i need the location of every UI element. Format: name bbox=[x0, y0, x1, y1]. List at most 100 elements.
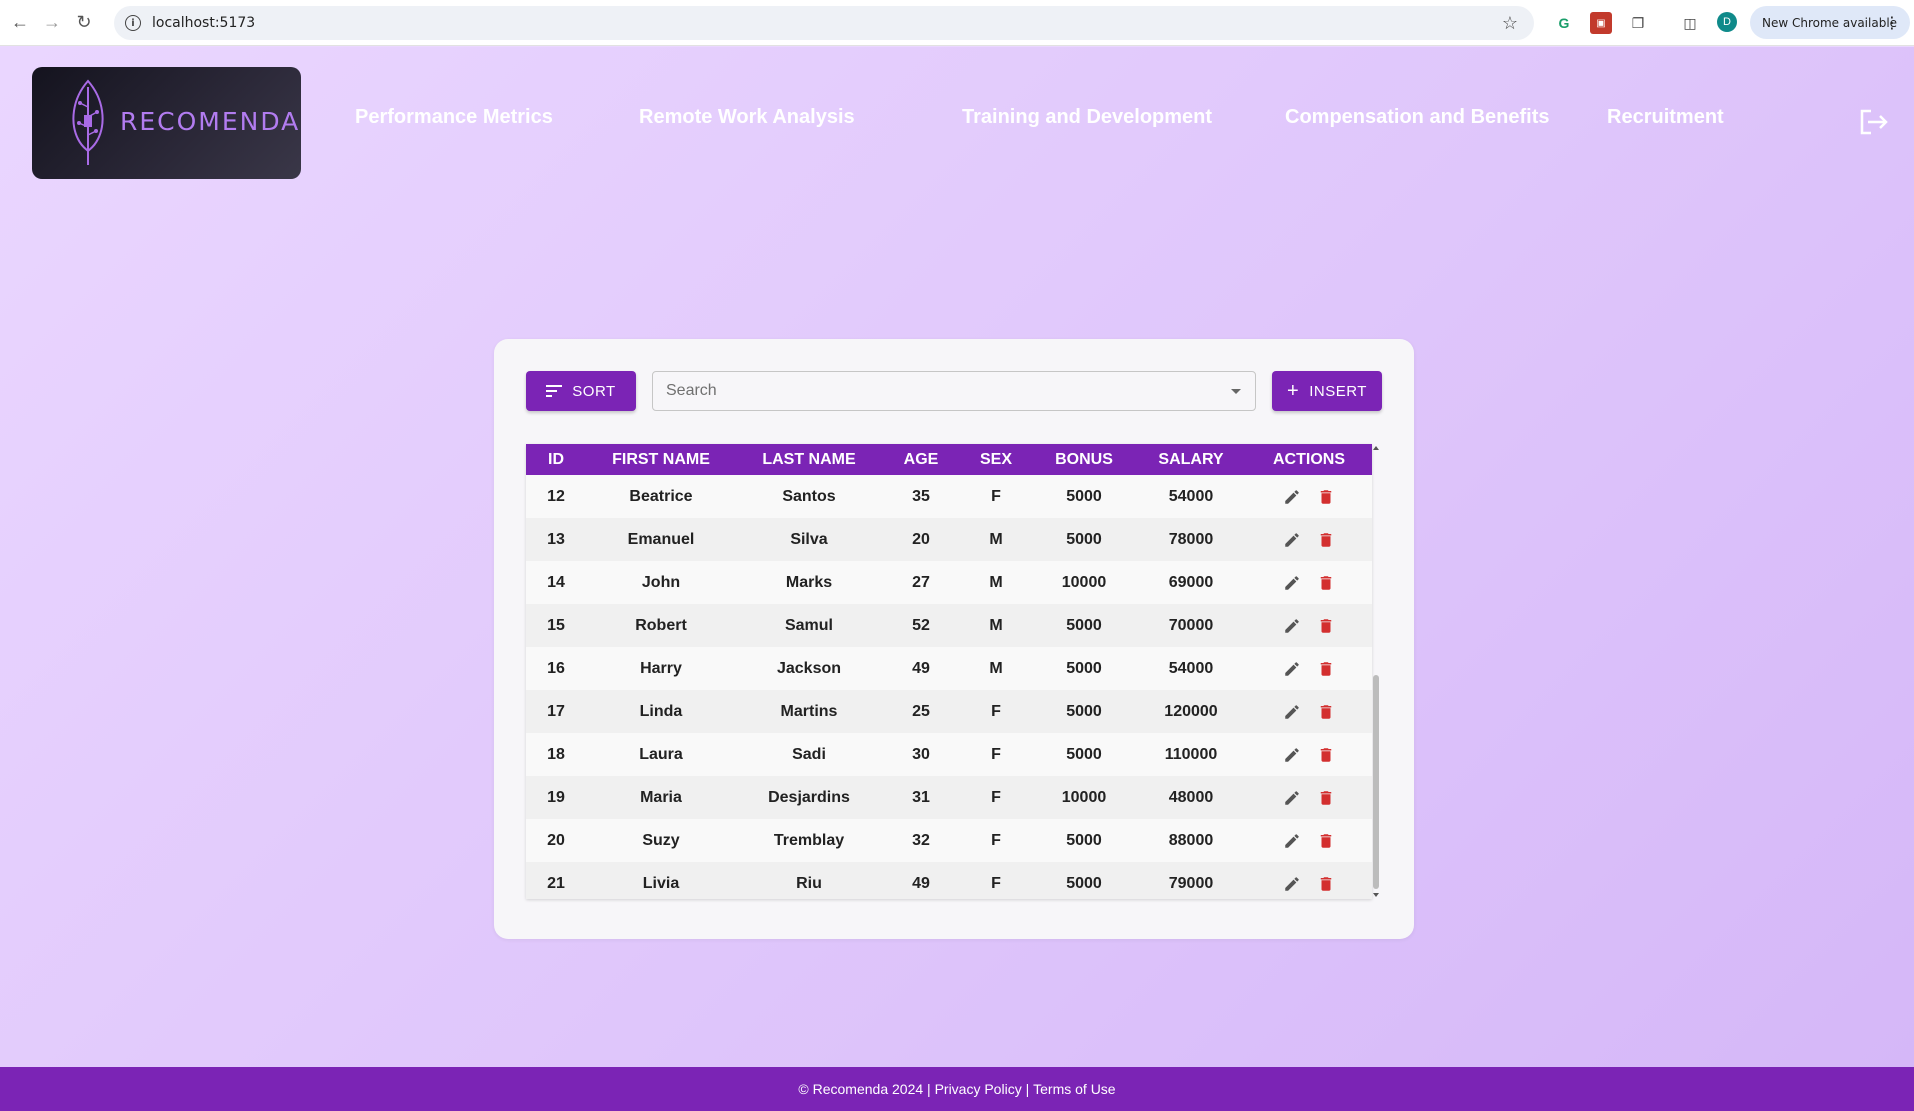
nav-performance-metrics[interactable]: Performance Metrics bbox=[355, 106, 553, 129]
cell-last-name: Jackson bbox=[776, 659, 842, 677]
cell-sex: F bbox=[991, 702, 1001, 720]
table-row[interactable]: 21 Livia Riu 49 F 5000 79000 bbox=[526, 862, 1372, 899]
forward-arrow-icon[interactable]: → bbox=[40, 11, 64, 35]
insert-button[interactable]: + INSERT bbox=[1272, 371, 1382, 411]
bookmark-star-icon[interactable]: ☆ bbox=[1502, 13, 1518, 34]
back-arrow-icon[interactable]: ← bbox=[8, 11, 32, 35]
delete-trash-icon[interactable] bbox=[1315, 744, 1337, 766]
footer-separator: | bbox=[923, 1081, 935, 1097]
terms-of-use-link[interactable]: Terms of Use bbox=[1033, 1081, 1115, 1097]
extensions-puzzle-icon[interactable]: ❐ bbox=[1627, 12, 1649, 34]
new-chrome-available-button[interactable]: New Chrome available ⋮ bbox=[1750, 6, 1910, 39]
nav-remote-work-analysis[interactable]: Remote Work Analysis bbox=[639, 106, 855, 129]
delete-trash-icon[interactable] bbox=[1315, 873, 1337, 895]
edit-pencil-icon[interactable] bbox=[1281, 486, 1303, 508]
extension-icon[interactable]: ▣ bbox=[1590, 12, 1612, 34]
table-row[interactable]: 15 Robert Samul 52 M 5000 70000 bbox=[526, 604, 1372, 647]
cell-id: 21 bbox=[547, 874, 565, 892]
table-row[interactable]: 17 Linda Martins 25 F 5000 120000 bbox=[526, 690, 1372, 733]
column-header-sex[interactable]: SEX bbox=[960, 444, 1032, 475]
cell-salary: 54000 bbox=[1168, 659, 1214, 677]
cell-bonus: 5000 bbox=[1066, 831, 1102, 849]
cell-bonus: 5000 bbox=[1066, 874, 1102, 892]
cell-age: 35 bbox=[912, 487, 930, 505]
search-combobox[interactable] bbox=[652, 371, 1256, 411]
row-actions bbox=[1246, 733, 1372, 776]
column-header-last-name[interactable]: LAST NAME bbox=[736, 444, 882, 475]
edit-pencil-icon[interactable] bbox=[1281, 744, 1303, 766]
delete-trash-icon[interactable] bbox=[1315, 658, 1337, 680]
delete-trash-icon[interactable] bbox=[1315, 701, 1337, 723]
scroll-down-arrow-icon[interactable] bbox=[1373, 893, 1379, 897]
footer-copyright: © Recomenda 2024 bbox=[798, 1081, 924, 1097]
column-header-bonus[interactable]: BONUS bbox=[1032, 444, 1136, 475]
profile-avatar[interactable]: D bbox=[1717, 12, 1737, 32]
url-text: localhost:5173 bbox=[152, 15, 256, 31]
scroll-thumb[interactable] bbox=[1373, 675, 1379, 889]
edit-pencil-icon[interactable] bbox=[1281, 658, 1303, 680]
footer: © Recomenda 2024 | Privacy Policy | Term… bbox=[0, 1067, 1914, 1111]
cell-last-name: Marks bbox=[785, 573, 833, 591]
delete-trash-icon[interactable] bbox=[1315, 572, 1337, 594]
cell-salary: 110000 bbox=[1164, 745, 1218, 763]
table-row[interactable]: 16 Harry Jackson 49 M 5000 54000 bbox=[526, 647, 1372, 690]
edit-pencil-icon[interactable] bbox=[1281, 572, 1303, 594]
column-header-id[interactable]: ID bbox=[526, 444, 586, 475]
cell-id: 18 bbox=[547, 745, 565, 763]
address-bar[interactable]: i localhost:5173 ☆ bbox=[114, 6, 1534, 40]
row-actions bbox=[1246, 862, 1372, 899]
cell-first-name: Emanuel bbox=[627, 530, 695, 548]
column-header-first-name[interactable]: FIRST NAME bbox=[586, 444, 736, 475]
site-info-icon[interactable]: i bbox=[125, 15, 141, 31]
edit-pencil-icon[interactable] bbox=[1281, 529, 1303, 551]
delete-trash-icon[interactable] bbox=[1315, 615, 1337, 637]
cell-age: 25 bbox=[912, 702, 930, 720]
row-actions bbox=[1246, 647, 1372, 690]
privacy-policy-link[interactable]: Privacy Policy bbox=[935, 1081, 1022, 1097]
cell-salary: 78000 bbox=[1168, 530, 1214, 548]
cell-bonus: 10000 bbox=[1061, 573, 1107, 591]
cell-sex: M bbox=[989, 659, 1003, 677]
delete-trash-icon[interactable] bbox=[1315, 529, 1337, 551]
search-input[interactable] bbox=[653, 372, 1193, 410]
cell-last-name: Tremblay bbox=[773, 831, 845, 849]
row-actions bbox=[1246, 690, 1372, 733]
reload-icon[interactable]: ↻ bbox=[72, 11, 96, 35]
table-scrollbar[interactable] bbox=[1372, 444, 1382, 899]
cell-salary: 120000 bbox=[1164, 702, 1218, 720]
column-header-salary[interactable]: SALARY bbox=[1136, 444, 1246, 475]
table-row[interactable]: 14 John Marks 27 M 10000 69000 bbox=[526, 561, 1372, 604]
nav-compensation-and-benefits[interactable]: Compensation and Benefits bbox=[1285, 106, 1549, 129]
table-row[interactable]: 19 Maria Desjardins 31 F 10000 48000 bbox=[526, 776, 1372, 819]
cell-salary: 48000 bbox=[1168, 788, 1214, 806]
employee-table-card: SORT + INSERT ID FIRST NAME LAST NAME AG… bbox=[494, 339, 1414, 939]
cell-first-name: Suzy bbox=[642, 831, 680, 849]
more-menu-icon[interactable]: ⋮ bbox=[1884, 13, 1900, 32]
cell-age: 31 bbox=[912, 788, 930, 806]
grammarly-extension-icon[interactable]: G bbox=[1553, 12, 1575, 34]
table-row[interactable]: 12 Beatrice Santos 35 F 5000 54000 bbox=[526, 475, 1372, 518]
edit-pencil-icon[interactable] bbox=[1281, 787, 1303, 809]
side-panel-icon[interactable]: ◫ bbox=[1679, 12, 1701, 34]
nav-training-and-development[interactable]: Training and Development bbox=[962, 106, 1212, 129]
delete-trash-icon[interactable] bbox=[1315, 486, 1337, 508]
cell-age: 32 bbox=[912, 831, 930, 849]
delete-trash-icon[interactable] bbox=[1315, 787, 1337, 809]
column-header-age[interactable]: AGE bbox=[882, 444, 960, 475]
table-row[interactable]: 20 Suzy Tremblay 32 F 5000 88000 bbox=[526, 819, 1372, 862]
table-row[interactable]: 18 Laura Sadi 30 F 5000 110000 bbox=[526, 733, 1372, 776]
cell-last-name: Sadi bbox=[792, 745, 826, 763]
cell-age: 27 bbox=[912, 573, 930, 591]
edit-pencil-icon[interactable] bbox=[1281, 873, 1303, 895]
logout-icon[interactable] bbox=[1858, 108, 1890, 136]
sort-button[interactable]: SORT bbox=[526, 371, 636, 411]
table-row[interactable]: 13 Emanuel Silva 20 M 5000 78000 bbox=[526, 518, 1372, 561]
scroll-up-arrow-icon[interactable] bbox=[1373, 446, 1379, 450]
cell-first-name: Linda bbox=[639, 702, 683, 720]
edit-pencil-icon[interactable] bbox=[1281, 701, 1303, 723]
edit-pencil-icon[interactable] bbox=[1281, 615, 1303, 637]
dropdown-caret-icon[interactable] bbox=[1231, 389, 1241, 394]
edit-pencil-icon[interactable] bbox=[1281, 830, 1303, 852]
delete-trash-icon[interactable] bbox=[1315, 830, 1337, 852]
nav-recruitment[interactable]: Recruitment bbox=[1607, 106, 1724, 129]
